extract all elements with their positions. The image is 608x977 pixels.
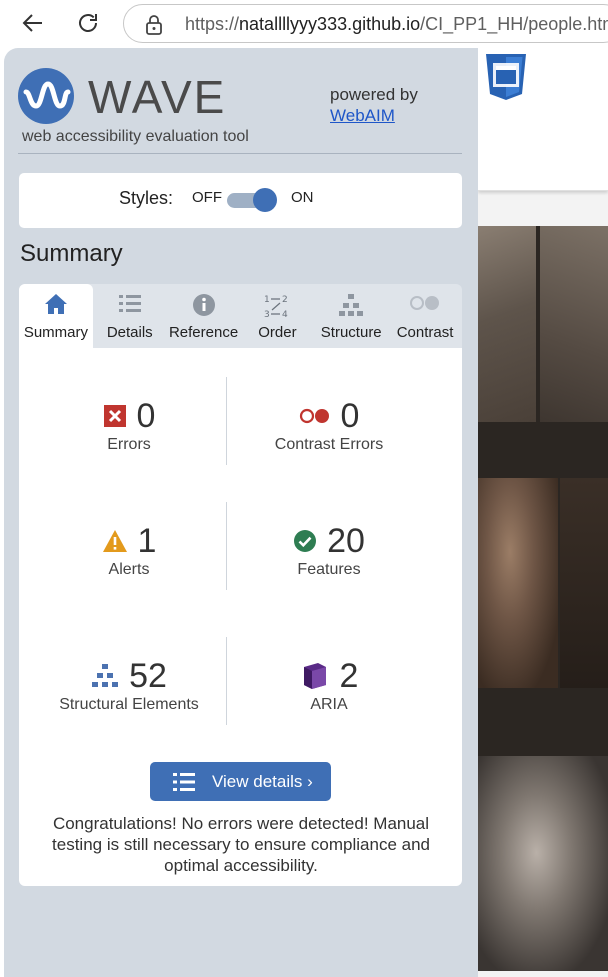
url-prefix: https://	[185, 14, 240, 34]
tab-label: Contrast	[396, 324, 454, 341]
styles-toggle-box: Styles: OFF ON	[19, 173, 462, 228]
tab-details[interactable]: Details	[93, 284, 167, 348]
tab-structure[interactable]: Structure	[314, 284, 388, 348]
alerts-count: 1	[137, 521, 157, 560]
arrow-left-icon	[22, 14, 42, 32]
divider	[18, 153, 462, 154]
svg-text:2: 2	[282, 295, 288, 305]
home-icon	[44, 294, 67, 314]
contrast-errors-label: Contrast Errors	[274, 436, 384, 453]
wave-logo-icon	[18, 68, 74, 124]
tab-label: Structure	[320, 324, 382, 341]
wave-tabs: Summary Details Reference 1 2 3 4 Order Str…	[19, 284, 462, 348]
web-page-content	[478, 48, 608, 977]
tab-order[interactable]: 1 2 3 4 Order	[240, 284, 314, 348]
lock-icon	[146, 15, 162, 35]
url-domain: natallllyyy333.github.io	[239, 14, 421, 34]
contrast-error-icon	[299, 408, 329, 424]
portrait-image	[560, 478, 608, 688]
wave-title: WAVE	[88, 71, 227, 123]
people-gallery	[478, 226, 608, 971]
styles-off-label: OFF	[192, 189, 222, 206]
structural-label: Structural Elements	[59, 696, 199, 713]
view-details-button[interactable]: View details ›	[150, 762, 331, 801]
webaim-link[interactable]: WebAIM	[330, 106, 395, 125]
tab-reference[interactable]: Reference	[167, 284, 241, 348]
wave-subtitle: web accessibility evaluation tool	[22, 128, 249, 145]
wave-logo-mark	[23, 81, 71, 109]
stat-features[interactable]: 20 Features	[225, 521, 433, 579]
styles-label: Styles:	[119, 188, 174, 208]
tab-summary[interactable]: Summary	[19, 284, 93, 348]
tab-label: Details	[106, 324, 153, 341]
feature-check-icon	[294, 530, 317, 552]
list-icon	[173, 772, 195, 791]
styles-on-label: ON	[291, 189, 314, 206]
view-details-label: View details ›	[212, 771, 313, 791]
info-icon	[192, 294, 215, 316]
wave-panel: WAVE web accessibility evaluation tool p…	[4, 48, 478, 977]
errors-count: 0	[136, 396, 156, 435]
reload-button[interactable]	[73, 8, 103, 38]
portrait-image	[478, 756, 608, 971]
css3-logo-icon	[486, 54, 526, 100]
back-button[interactable]	[18, 8, 48, 38]
stat-structural-elements[interactable]: 52 Structural Elements	[25, 656, 233, 714]
aria-count: 2	[339, 656, 359, 695]
errors-label: Errors	[107, 436, 151, 453]
address-bar[interactable]: https://natallllyyy333.github.io/CI_PP1_…	[123, 4, 608, 43]
alerts-label: Alerts	[108, 561, 150, 578]
tab-label: Reference	[168, 324, 239, 341]
aria-cube-icon	[303, 663, 326, 689]
browser-toolbar: https://natallllyyy333.github.io/CI_PP1_…	[0, 0, 608, 48]
page-header	[478, 48, 608, 191]
tab-contrast[interactable]: Contrast	[388, 284, 462, 348]
stat-aria[interactable]: 2 ARIA	[225, 656, 433, 714]
stat-errors[interactable]: 0 Errors	[25, 396, 233, 454]
aria-label: ARIA	[310, 696, 348, 713]
contrast-errors-count: 0	[340, 396, 360, 435]
section-heading: Summary	[20, 240, 123, 267]
svg-text:1: 1	[264, 295, 270, 305]
alert-icon	[102, 530, 127, 552]
url-text: https://natallllyyy333.github.io/CI_PP1_…	[185, 14, 608, 35]
portrait-image	[478, 478, 558, 688]
stat-alerts[interactable]: 1 Alerts	[25, 521, 233, 579]
structure-icon	[339, 294, 364, 316]
features-count: 20	[327, 521, 365, 560]
svg-text:3: 3	[264, 310, 270, 319]
error-icon	[103, 405, 126, 427]
tab-label: Summary	[23, 324, 88, 341]
contrast-icon	[410, 296, 440, 310]
structure-icon	[92, 664, 119, 687]
summary-content: 0 Errors 0 Contrast Errors 1 Alerts 20 F…	[19, 348, 462, 886]
congratulations-message: Congratulations! No errors were detected…	[52, 814, 430, 875]
structural-count: 52	[129, 656, 167, 695]
powered-by-text: powered by	[330, 85, 418, 104]
features-label: Features	[297, 561, 361, 578]
reload-icon	[79, 14, 97, 32]
portrait-image	[540, 226, 608, 422]
tab-label: Order	[258, 324, 297, 341]
url-path: /CI_PP1_HH/people.html	[420, 14, 608, 34]
styles-toggle-switch[interactable]	[227, 188, 277, 212]
stat-contrast-errors[interactable]: 0 Contrast Errors	[225, 396, 433, 454]
portrait-image	[478, 226, 536, 422]
order-icon: 1 2 3 4	[264, 295, 288, 319]
powered-by: powered by WebAIM	[330, 84, 418, 126]
toggle-knob	[253, 188, 277, 212]
svg-text:4: 4	[282, 310, 288, 319]
list-icon	[118, 295, 141, 312]
